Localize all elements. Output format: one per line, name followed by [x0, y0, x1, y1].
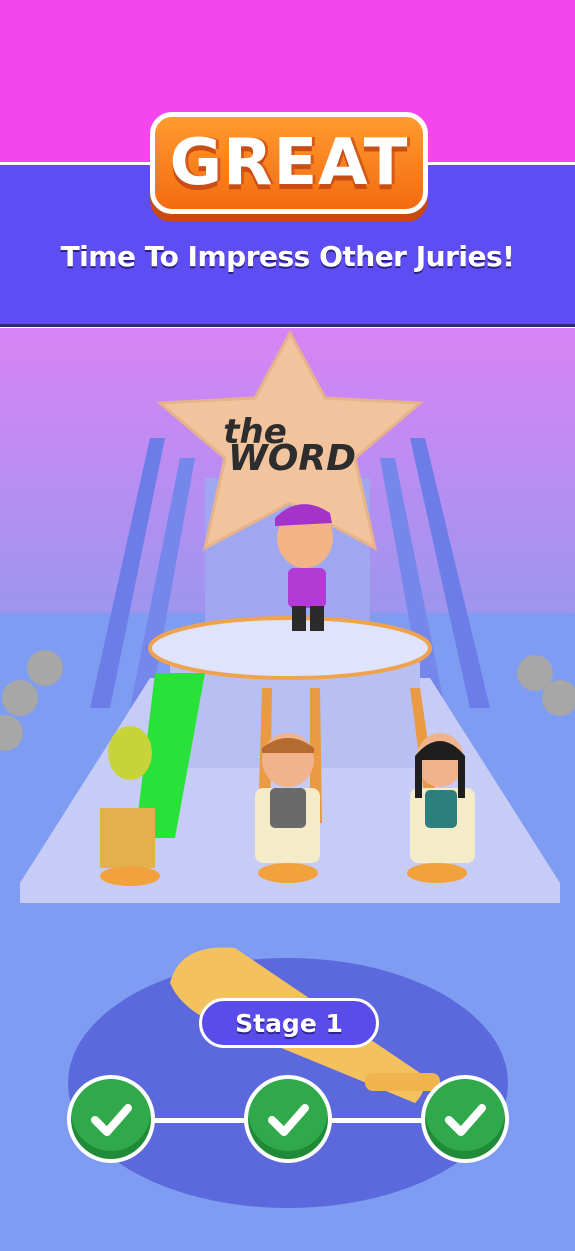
stage-disc [148, 616, 432, 680]
checkmark-icon [445, 1104, 486, 1136]
progress-step-2 [244, 1075, 332, 1163]
stage-indicator: Stage 1 [199, 998, 379, 1048]
checkmark-icon [268, 1104, 309, 1136]
progress-step-1 [67, 1075, 155, 1163]
banner-divider [0, 324, 575, 327]
great-title: GREAT [150, 112, 428, 214]
checkmark-icon [91, 1104, 132, 1136]
progress-step-3 [421, 1075, 509, 1163]
logo-text-word: WORD [228, 438, 356, 479]
banner-subtitle: Time To Impress Other Juries! [60, 240, 515, 273]
